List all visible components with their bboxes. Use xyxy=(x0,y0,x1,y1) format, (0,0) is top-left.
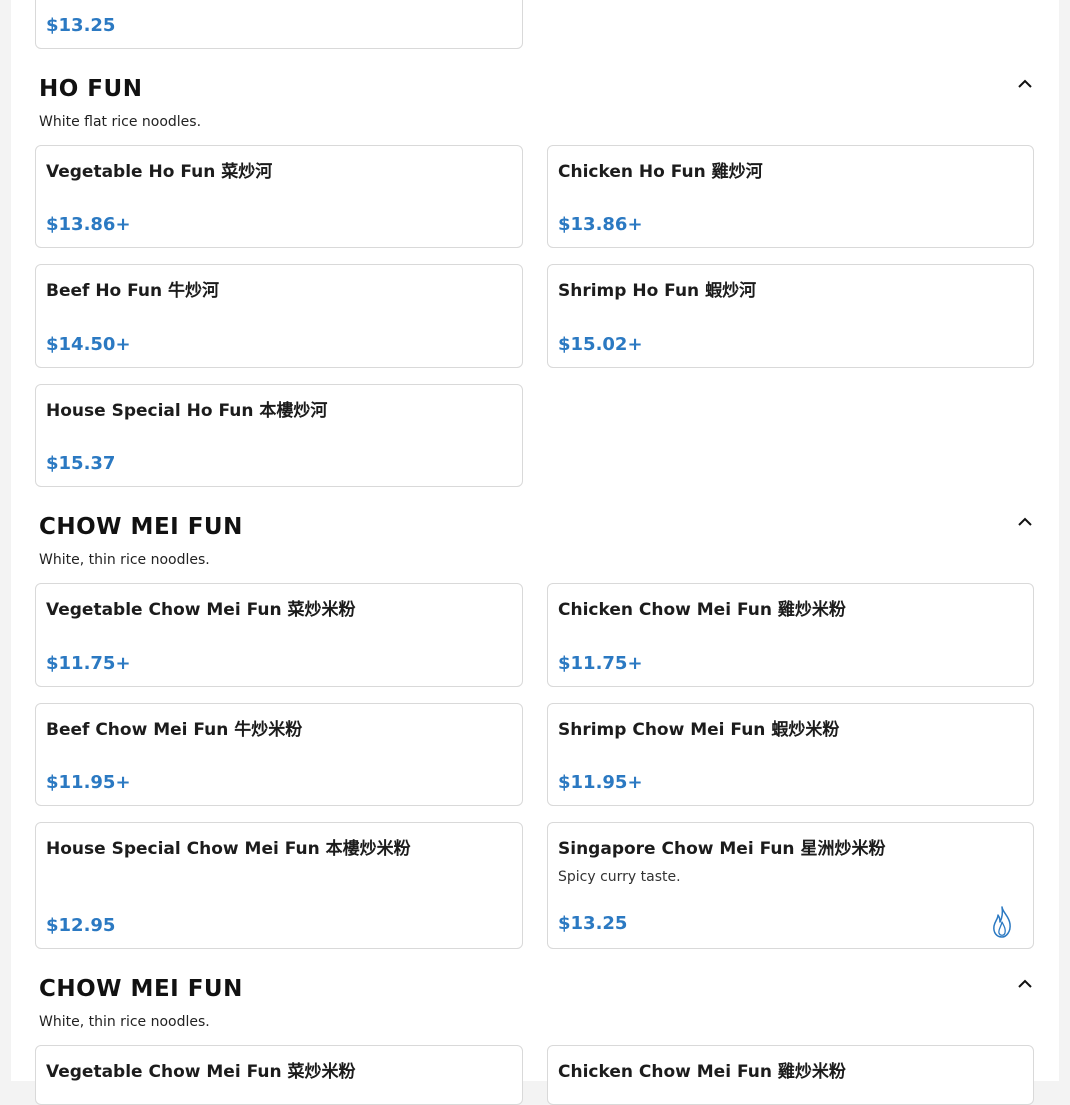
menu-item-card[interactable]: Vegetable Chow Mei Fun 菜炒米粉 $11.75+ xyxy=(35,583,523,687)
item-price: $13.25 xyxy=(46,15,116,36)
menu-item-card[interactable]: Shrimp Chow Mei Fun 蝦炒米粉 $11.95+ xyxy=(547,703,1034,806)
item-name: House Special Chow Mei Fun 本樓炒米粉 xyxy=(46,839,411,859)
section-description: White flat rice noodles. xyxy=(39,114,202,130)
menu-item-card[interactable]: Vegetable Chow Mei Fun 菜炒米粉 xyxy=(35,1045,523,1105)
item-name: Chicken Chow Mei Fun 雞炒米粉 xyxy=(558,600,846,620)
item-name: Beef Ho Fun 牛炒河 xyxy=(46,281,220,301)
item-name: Singapore Chow Mei Fun 星洲炒米粉 xyxy=(558,839,886,859)
menu-item-card[interactable]: Vegetable Ho Fun 菜炒河 $13.86+ xyxy=(35,145,523,248)
item-name: Vegetable Ho Fun 菜炒河 xyxy=(46,162,273,182)
item-price: $12.95 xyxy=(46,915,116,936)
menu-item-card[interactable]: Chicken Ho Fun 雞炒河 $13.86+ xyxy=(547,145,1034,248)
item-price: $13.86+ xyxy=(558,214,643,235)
section-description: White, thin rice noodles. xyxy=(39,552,210,568)
item-price: $11.95+ xyxy=(558,772,643,793)
item-name: Shrimp Chow Mei Fun 蝦炒米粉 xyxy=(558,720,840,740)
menu-item-card[interactable]: House Special Chow Mei Fun 本樓炒米粉 $12.95 xyxy=(35,822,523,949)
section-title: CHOW MEI FUN xyxy=(39,976,243,1002)
item-price: $13.25 xyxy=(558,913,628,934)
menu-item-card[interactable]: Beef Chow Mei Fun 牛炒米粉 $11.95+ xyxy=(35,703,523,806)
item-price: $11.95+ xyxy=(46,772,131,793)
item-price: $11.75+ xyxy=(46,653,131,674)
chevron-up-icon[interactable] xyxy=(1016,977,1034,991)
item-name: House Special Ho Fun 本樓炒河 xyxy=(46,401,328,421)
item-price: $13.86+ xyxy=(46,214,131,235)
item-price: $11.75+ xyxy=(558,653,643,674)
chevron-up-icon[interactable] xyxy=(1016,515,1034,529)
item-description: Spicy curry taste. xyxy=(558,869,681,885)
item-price: $15.02+ xyxy=(558,334,643,355)
item-name: Vegetable Chow Mei Fun 菜炒米粉 xyxy=(46,600,356,620)
item-name: Shrimp Ho Fun 蝦炒河 xyxy=(558,281,757,301)
menu-item-card[interactable]: Chicken Chow Mei Fun 雞炒米粉 xyxy=(547,1045,1034,1105)
flame-icon xyxy=(993,906,1011,938)
item-price: $15.37 xyxy=(46,453,116,474)
section-title: HO FUN xyxy=(39,76,143,102)
item-name: Beef Chow Mei Fun 牛炒米粉 xyxy=(46,720,303,740)
item-name: Chicken Ho Fun 雞炒河 xyxy=(558,162,763,182)
menu-item-card[interactable]: Beef Ho Fun 牛炒河 $14.50+ xyxy=(35,264,523,368)
section-title: CHOW MEI FUN xyxy=(39,514,243,540)
menu-item-card[interactable]: Chicken Chow Mei Fun 雞炒米粉 $11.75+ xyxy=(547,583,1034,687)
menu-item-card[interactable]: $13.25 xyxy=(35,0,523,49)
menu-item-card[interactable]: Singapore Chow Mei Fun 星洲炒米粉 Spicy curry… xyxy=(547,822,1034,949)
item-name: Chicken Chow Mei Fun 雞炒米粉 xyxy=(558,1062,846,1082)
item-name: Vegetable Chow Mei Fun 菜炒米粉 xyxy=(46,1062,356,1082)
menu-item-card[interactable]: Shrimp Ho Fun 蝦炒河 $15.02+ xyxy=(547,264,1034,368)
menu-item-card[interactable]: House Special Ho Fun 本樓炒河 $15.37 xyxy=(35,384,523,487)
section-description: White, thin rice noodles. xyxy=(39,1014,210,1030)
item-price: $14.50+ xyxy=(46,334,131,355)
menu-page: $13.25 HO FUN White flat rice noodles. V… xyxy=(11,0,1059,1105)
chevron-up-icon[interactable] xyxy=(1016,77,1034,91)
